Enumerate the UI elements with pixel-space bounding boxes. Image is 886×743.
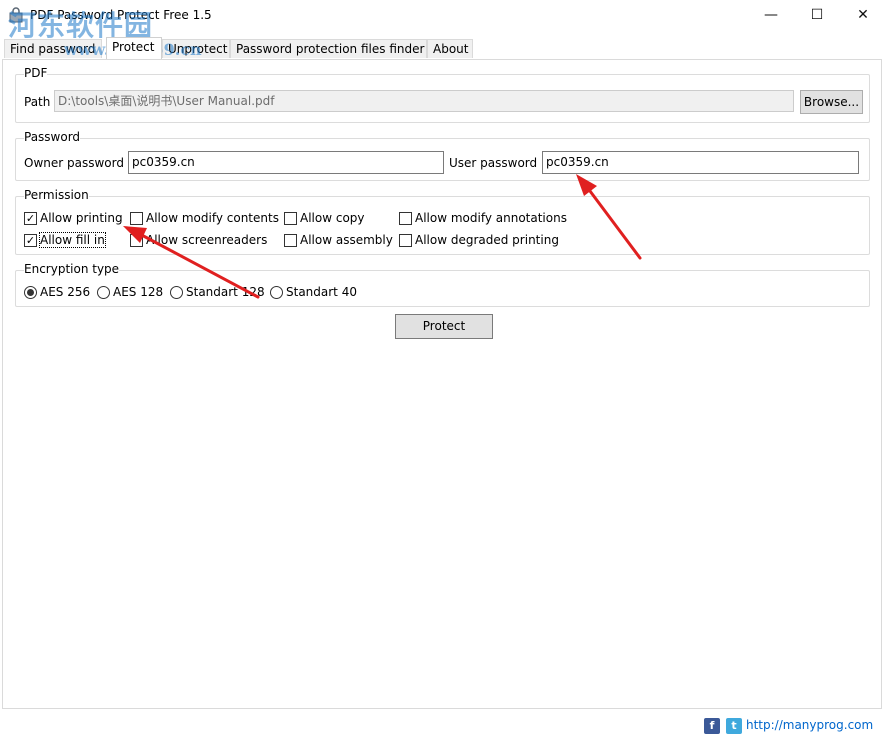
standart-128-radio[interactable]: Standart 128 [170, 284, 265, 300]
aes-128-radio[interactable]: AES 128 [97, 284, 163, 300]
minimize-button[interactable]: — [748, 0, 794, 30]
radio-circle [270, 285, 283, 299]
radio-circle [24, 285, 37, 299]
owner-password-label: Owner password [24, 156, 124, 170]
allow-fill-in-label: Allow fill in [39, 232, 106, 248]
password-group: Password Owner password pc0359.cn User p… [15, 130, 870, 181]
protect-button[interactable]: Protect [395, 314, 493, 339]
checkbox-box: ✓ [24, 211, 37, 225]
pdf-lock-app-icon [9, 7, 23, 23]
allow-copy-checkbox[interactable]: Allow copy [284, 210, 365, 226]
facebook-icon[interactable]: f [704, 718, 720, 734]
allow-copy-label: Allow copy [300, 211, 365, 225]
twitter-glyph: t [731, 719, 737, 732]
tab-unprotect[interactable]: Unprotect [162, 39, 230, 58]
aes-128-label: AES 128 [113, 285, 164, 299]
allow-screenreaders-checkbox[interactable]: Allow screenreaders [130, 232, 267, 248]
checkbox-box [399, 211, 412, 225]
checkbox-box [130, 233, 143, 247]
path-input[interactable]: D:\tools\桌面\说明书\User Manual.pdf [54, 90, 794, 112]
allow-fill-in-checkbox[interactable]: ✓ Allow fill in [24, 232, 106, 248]
tab-protect[interactable]: Protect [106, 37, 162, 59]
manyprog-link[interactable]: http://manyprog.com [746, 718, 873, 732]
maximize-button[interactable]: ☐ [794, 0, 840, 30]
encryption-type-group: Encryption type AES 256 AES 128 Standart… [15, 262, 870, 307]
allow-degraded-printing-label: Allow degraded printing [415, 233, 559, 247]
browse-button[interactable]: Browse... [800, 90, 863, 114]
protect-tab-panel: PDF Path D:\tools\桌面\说明书\User Manual.pdf… [2, 59, 882, 709]
close-button[interactable]: ✕ [840, 0, 886, 30]
allow-modify-contents-checkbox[interactable]: Allow modify contents [130, 210, 279, 226]
allow-modify-annotations-checkbox[interactable]: Allow modify annotations [399, 210, 567, 226]
permission-group: Permission ✓ Allow printing Allow modify… [15, 188, 870, 255]
path-label: Path [24, 95, 51, 109]
title-bar: PDF Password Protect Free 1.5 — ☐ ✕ [0, 0, 886, 30]
pdf-group: PDF Path D:\tools\桌面\说明书\User Manual.pdf… [15, 66, 870, 123]
radio-circle [170, 285, 183, 299]
allow-assembly-label: Allow assembly [300, 233, 393, 247]
standart-40-radio[interactable]: Standart 40 [270, 284, 357, 300]
checkbox-box [130, 211, 143, 225]
pdf-group-title: PDF [24, 66, 48, 80]
window-title: PDF Password Protect Free 1.5 [30, 8, 212, 22]
allow-modify-annotations-label: Allow modify annotations [415, 211, 567, 225]
tab-find-password[interactable]: Find password [4, 39, 102, 58]
close-icon: ✕ [857, 7, 869, 23]
standart-40-label: Standart 40 [286, 285, 357, 299]
maximize-icon: ☐ [810, 7, 824, 23]
owner-password-input[interactable]: pc0359.cn [128, 151, 444, 174]
permission-group-title: Permission [24, 188, 89, 202]
checkmark-icon: ✓ [25, 211, 36, 225]
tab-password-protection-files-finder[interactable]: Password protection files finder [230, 39, 427, 58]
radio-selected-dot [27, 288, 34, 296]
facebook-glyph: f [709, 719, 715, 732]
aes-256-radio[interactable]: AES 256 [24, 284, 90, 300]
allow-assembly-checkbox[interactable]: Allow assembly [284, 232, 393, 248]
checkbox-box [284, 233, 297, 247]
radio-circle [97, 285, 110, 299]
user-password-input[interactable]: pc0359.cn [542, 151, 859, 174]
checkmark-icon: ✓ [25, 233, 36, 247]
password-group-title: Password [24, 130, 81, 144]
checkbox-box: ✓ [24, 233, 37, 247]
user-password-label: User password [449, 156, 538, 170]
allow-screenreaders-label: Allow screenreaders [146, 233, 268, 247]
twitter-icon[interactable]: t [726, 718, 742, 734]
standart-128-label: Standart 128 [186, 285, 265, 299]
encryption-type-group-title: Encryption type [24, 262, 120, 276]
tab-about[interactable]: About [427, 39, 473, 58]
allow-printing-label: Allow printing [40, 211, 123, 225]
allow-degraded-printing-checkbox[interactable]: Allow degraded printing [399, 232, 559, 248]
minimize-icon: — [764, 7, 778, 23]
allow-printing-checkbox[interactable]: ✓ Allow printing [24, 210, 123, 226]
checkbox-box [284, 211, 297, 225]
allow-modify-contents-label: Allow modify contents [146, 211, 279, 225]
checkbox-box [399, 233, 412, 247]
aes-256-label: AES 256 [40, 285, 91, 299]
